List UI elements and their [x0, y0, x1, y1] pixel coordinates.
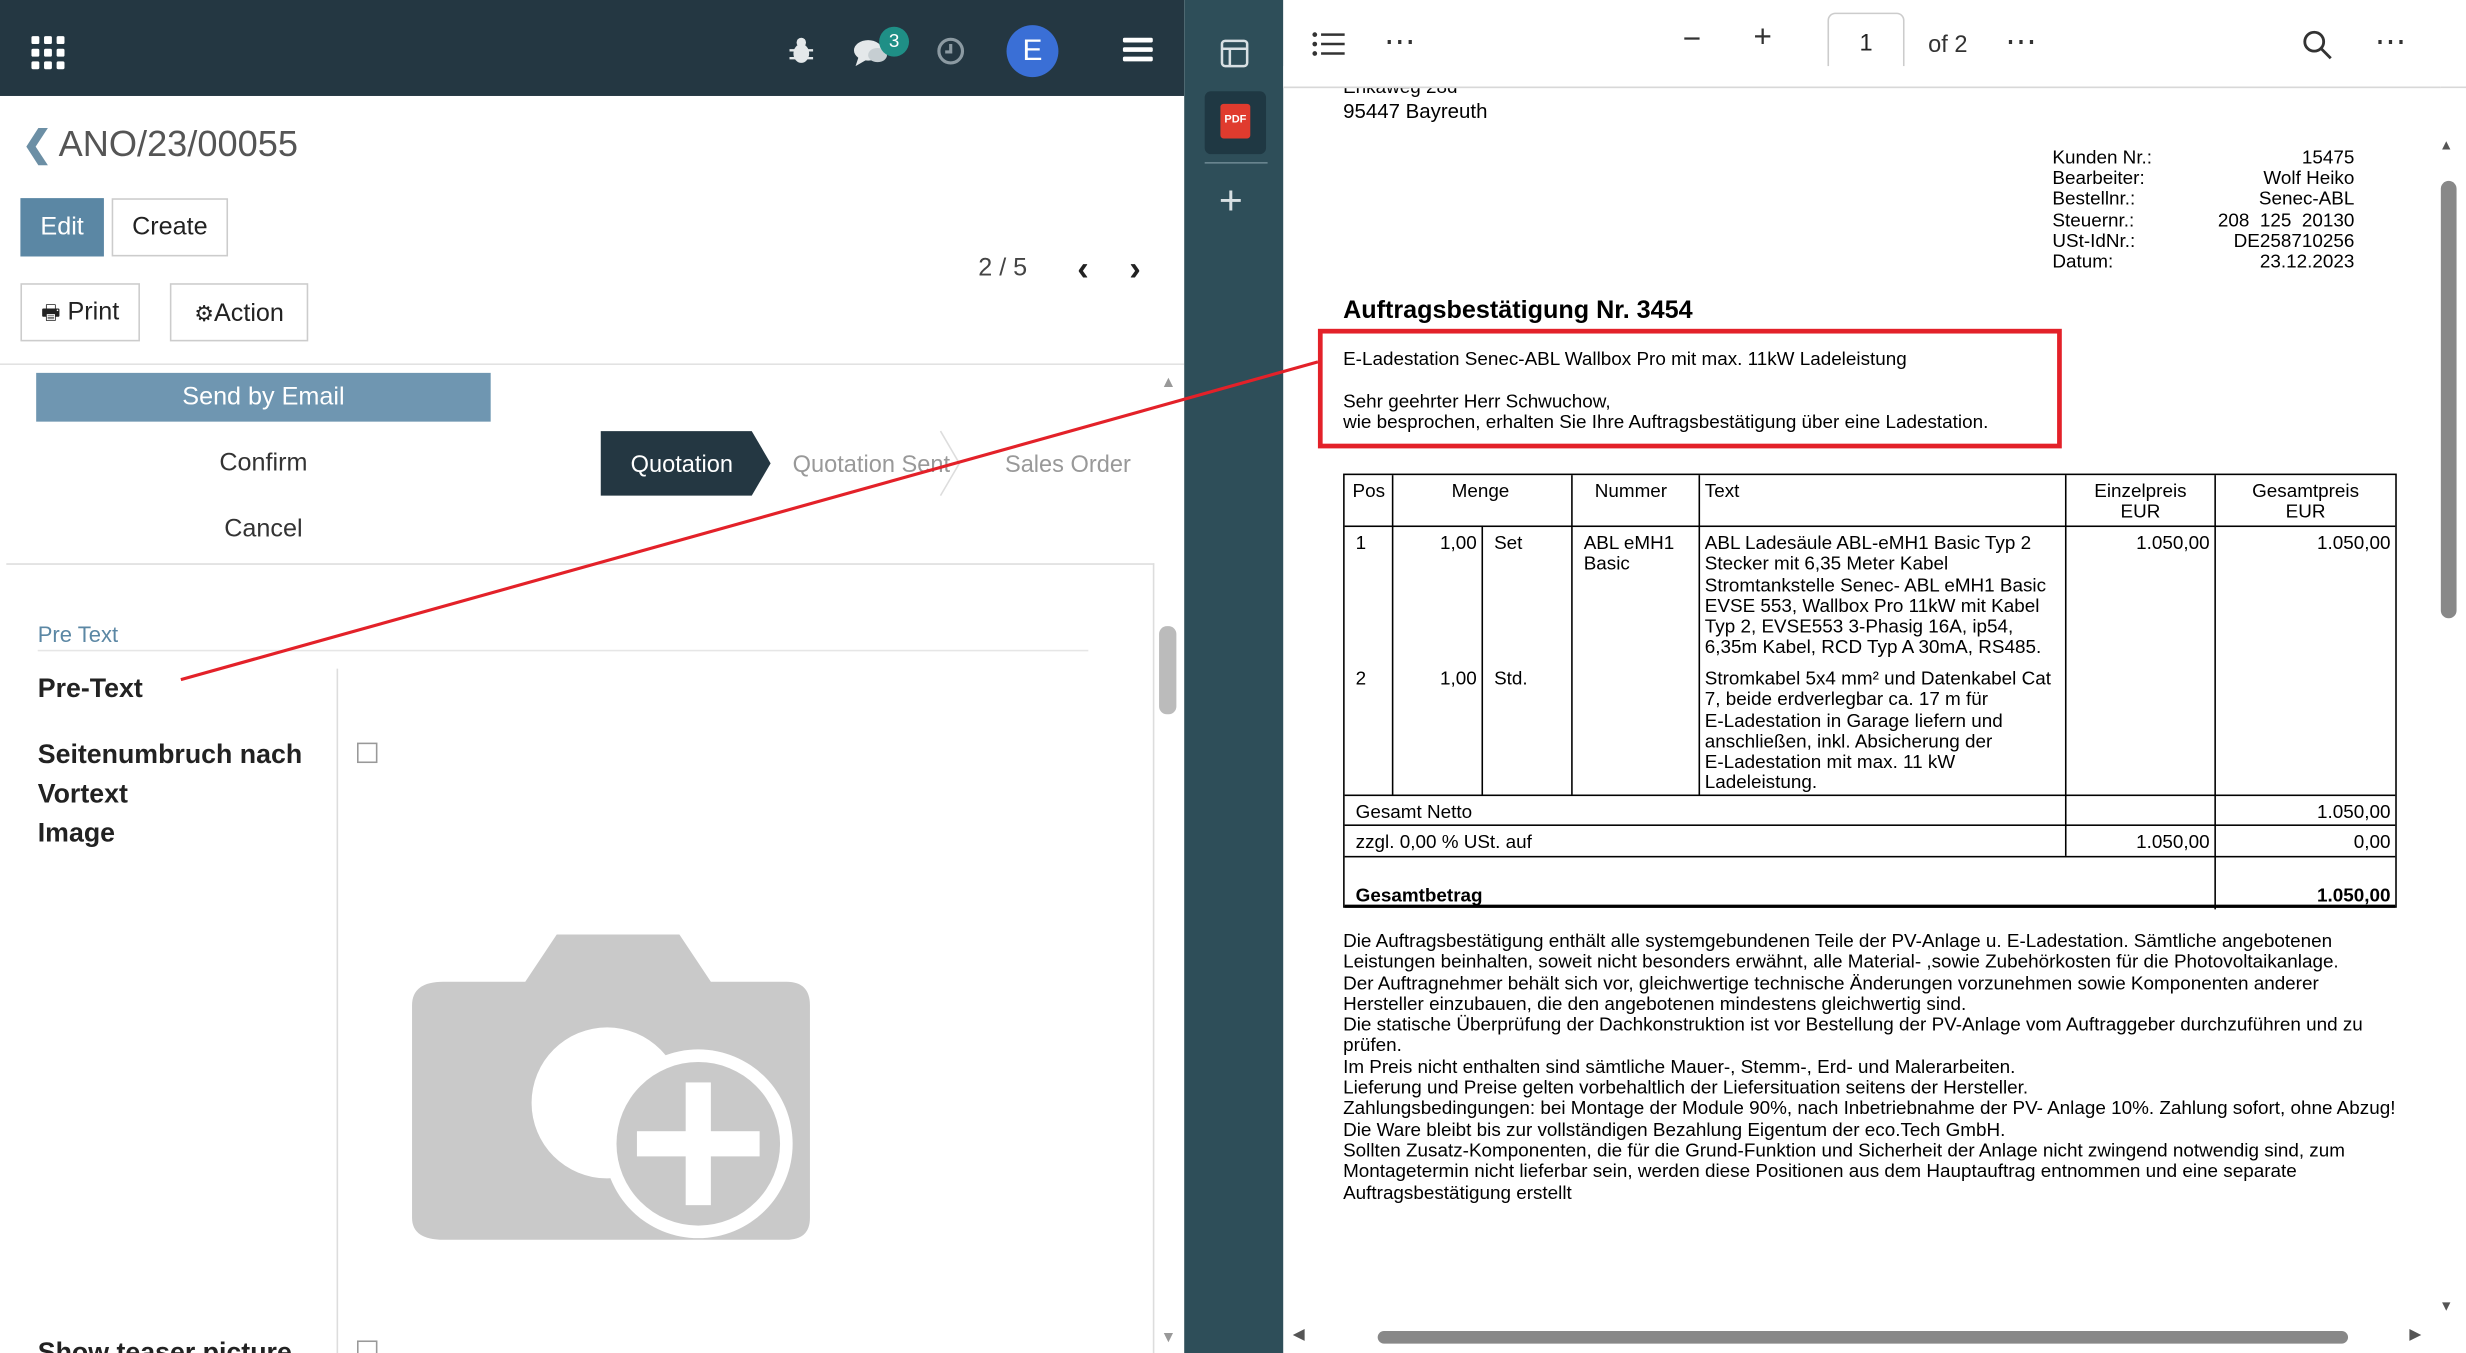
annotation-arrow: [180, 360, 1319, 682]
